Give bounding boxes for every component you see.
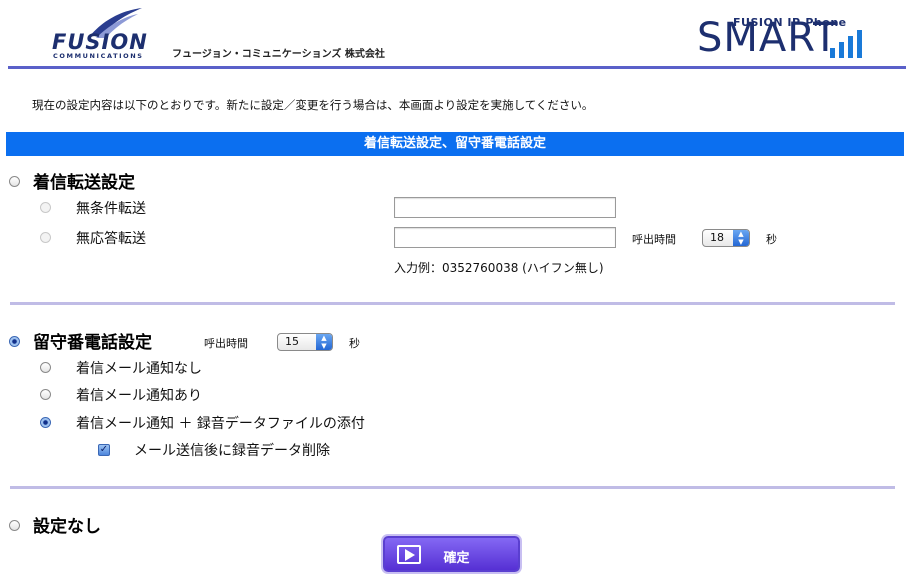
intro-text: 現在の設定内容は以下のとおりです。新たに設定／変更を行う場合は、本画面より設定を…	[32, 98, 594, 112]
fusion-logo-subtext: COMMUNICATIONS	[53, 52, 144, 60]
header-rule	[8, 66, 906, 69]
signal-bars-icon	[830, 30, 862, 58]
section-title-bar: 着信転送設定、留守番電話設定	[6, 132, 904, 156]
mail-notify-label: 着信メール通知あり	[76, 388, 202, 404]
delete-after-send-label: メール送信後に録音データ削除	[134, 443, 330, 459]
mail-none-label: 着信メール通知なし	[76, 361, 202, 377]
section-divider	[10, 302, 895, 305]
none-radio[interactable]	[9, 520, 20, 531]
section-divider	[10, 486, 895, 489]
select-arrows-icon: ▲ ▼	[316, 334, 332, 350]
delete-after-send-checkbox[interactable]: ✓	[98, 444, 110, 456]
voicemail-ring-select[interactable]: 15 ▲ ▼	[277, 333, 333, 351]
company-name: フュージョン・コミュニケーションズ 株式会社	[172, 49, 385, 60]
no-answer-label: 無応答転送	[76, 231, 146, 247]
mail-notify-radio[interactable]	[40, 389, 51, 400]
voicemail-ring-label: 呼出時間	[204, 337, 248, 350]
unconditional-label: 無条件転送	[76, 201, 146, 217]
mail-attach-label: 着信メール通知 ＋ 録音データファイルの添付	[76, 416, 365, 432]
forward-ring-label: 呼出時間	[632, 233, 676, 246]
forward-ring-unit: 秒	[766, 233, 777, 246]
mail-attach-radio[interactable]	[40, 417, 51, 428]
mail-none-radio[interactable]	[40, 362, 51, 373]
unconditional-number-input[interactable]	[394, 197, 616, 218]
confirm-button[interactable]: 確定	[383, 536, 520, 572]
forward-heading: 着信転送設定	[33, 173, 135, 193]
confirm-label: 確定	[443, 551, 470, 566]
select-arrows-icon: ▲ ▼	[733, 230, 749, 246]
forward-radio[interactable]	[9, 176, 20, 187]
no-answer-radio[interactable]	[40, 232, 51, 243]
voicemail-heading: 留守番電話設定	[33, 333, 152, 353]
fusion-logo-text: FUSION	[52, 30, 148, 54]
forward-ring-value: 18	[710, 231, 724, 244]
none-heading: 設定なし	[33, 517, 101, 537]
voicemail-ring-value: 15	[285, 335, 299, 348]
no-answer-number-input[interactable]	[394, 227, 616, 248]
product-logo-text: SMART	[697, 15, 839, 61]
voicemail-radio[interactable]	[9, 336, 20, 347]
input-example: 入力例：0352760038 (ハイフン無し)	[394, 261, 604, 275]
voicemail-ring-unit: 秒	[349, 337, 360, 350]
forward-ring-select[interactable]: 18 ▲ ▼	[702, 229, 750, 247]
unconditional-radio[interactable]	[40, 202, 51, 213]
